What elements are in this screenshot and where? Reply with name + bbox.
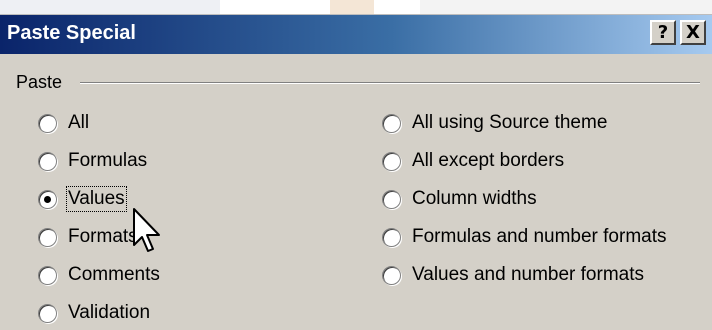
radio-button[interactable]: [382, 189, 401, 209]
option-all-except-borders[interactable]: All except borders: [382, 148, 564, 174]
option-label: Column widths: [412, 188, 537, 209]
radio-button[interactable]: [382, 227, 401, 247]
radio-button[interactable]: [38, 113, 57, 133]
mouse-pointer-icon: [133, 208, 160, 252]
dialog-titlebar[interactable]: Paste Special ? X: [0, 15, 712, 54]
radio-button[interactable]: [382, 265, 401, 285]
radio-button[interactable]: [38, 151, 57, 171]
option-values[interactable]: Values: [38, 186, 127, 212]
option-all[interactable]: All: [38, 110, 89, 136]
option-label: Formulas and number formats: [412, 226, 667, 247]
dialog-title: Paste Special: [7, 22, 136, 44]
option-values-and-number-formats[interactable]: Values and number formats: [382, 262, 644, 288]
paste-group-label: Paste: [16, 72, 69, 92]
option-label: Formats: [68, 226, 138, 247]
option-column-widths[interactable]: Column widths: [382, 186, 537, 212]
radio-button[interactable]: [38, 303, 57, 323]
background-window-strip: [0, 0, 712, 15]
option-label: Values: [66, 186, 127, 212]
radio-button[interactable]: [382, 151, 401, 171]
radio-button[interactable]: [38, 265, 57, 285]
option-label: All: [68, 112, 90, 133]
background-cell: [330, 0, 374, 14]
background-cell: [420, 0, 712, 14]
group-divider: [80, 82, 700, 84]
option-label: Formulas: [68, 150, 148, 171]
option-formulas[interactable]: Formulas: [38, 148, 147, 174]
close-button[interactable]: X: [680, 20, 706, 45]
help-button[interactable]: ?: [650, 20, 676, 45]
radio-button[interactable]: [38, 227, 57, 247]
option-formats[interactable]: Formats: [38, 224, 138, 250]
option-label: All except borders: [412, 150, 565, 171]
option-formulas-and-number-formats[interactable]: Formulas and number formats: [382, 224, 667, 250]
option-label: Validation: [68, 302, 151, 323]
radio-button[interactable]: [382, 113, 401, 133]
radio-button-selected[interactable]: [38, 189, 57, 209]
option-label: All using Source theme: [412, 112, 608, 133]
option-comments[interactable]: Comments: [38, 262, 160, 288]
option-validation[interactable]: Validation: [38, 300, 150, 326]
option-label: Comments: [68, 264, 160, 285]
option-all-using-source-theme[interactable]: All using Source theme: [382, 110, 607, 136]
option-label: Values and number formats: [412, 264, 644, 285]
background-cell: [0, 0, 220, 14]
